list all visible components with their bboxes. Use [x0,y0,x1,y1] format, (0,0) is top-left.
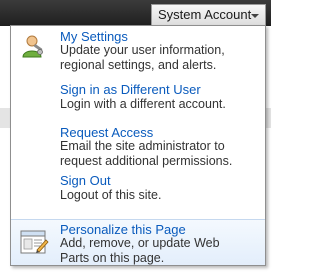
menu-item-personalize-page[interactable]: Personalize this Page Add, remove, or up… [11,219,265,265]
menu-item-title: My Settings [60,29,128,44]
chevron-down-icon [251,14,259,18]
menu-item-sign-out[interactable]: Sign Out Logout of this site. [11,171,265,207]
account-dropdown-menu: My Settings Update your user information… [10,25,266,266]
menu-item-request-access[interactable]: Request Access Email the site administra… [11,123,265,170]
account-menu-label: System Account [158,7,252,22]
menu-item-title: Request Access [60,125,154,140]
page-ribbon-strip [0,108,10,128]
menu-item-title: Sign in as Different User [60,82,201,97]
menu-item-description: Add, remove, or update Web Parts on this… [60,236,220,265]
menu-item-title: Sign Out [60,173,111,188]
page-background-right [266,26,271,272]
menu-item-description: Logout of this site. [60,188,162,202]
personalize-page-icon [19,228,49,261]
menu-item-my-settings[interactable]: My Settings Update your user information… [11,26,265,73]
menu-item-title: Personalize this Page [60,222,186,237]
menu-item-description: Email the site administrator to request … [60,139,233,168]
menu-item-description: Update your user information, regional s… [60,43,225,72]
account-menu-button[interactable]: System Account [151,4,266,26]
user-settings-icon [19,33,45,64]
menu-item-sign-in-different-user[interactable]: Sign in as Different User Login with a d… [11,80,265,114]
menu-item-description: Login with a different account. [60,97,226,111]
page-background [0,26,10,272]
page-ribbon-strip-right [266,108,271,128]
